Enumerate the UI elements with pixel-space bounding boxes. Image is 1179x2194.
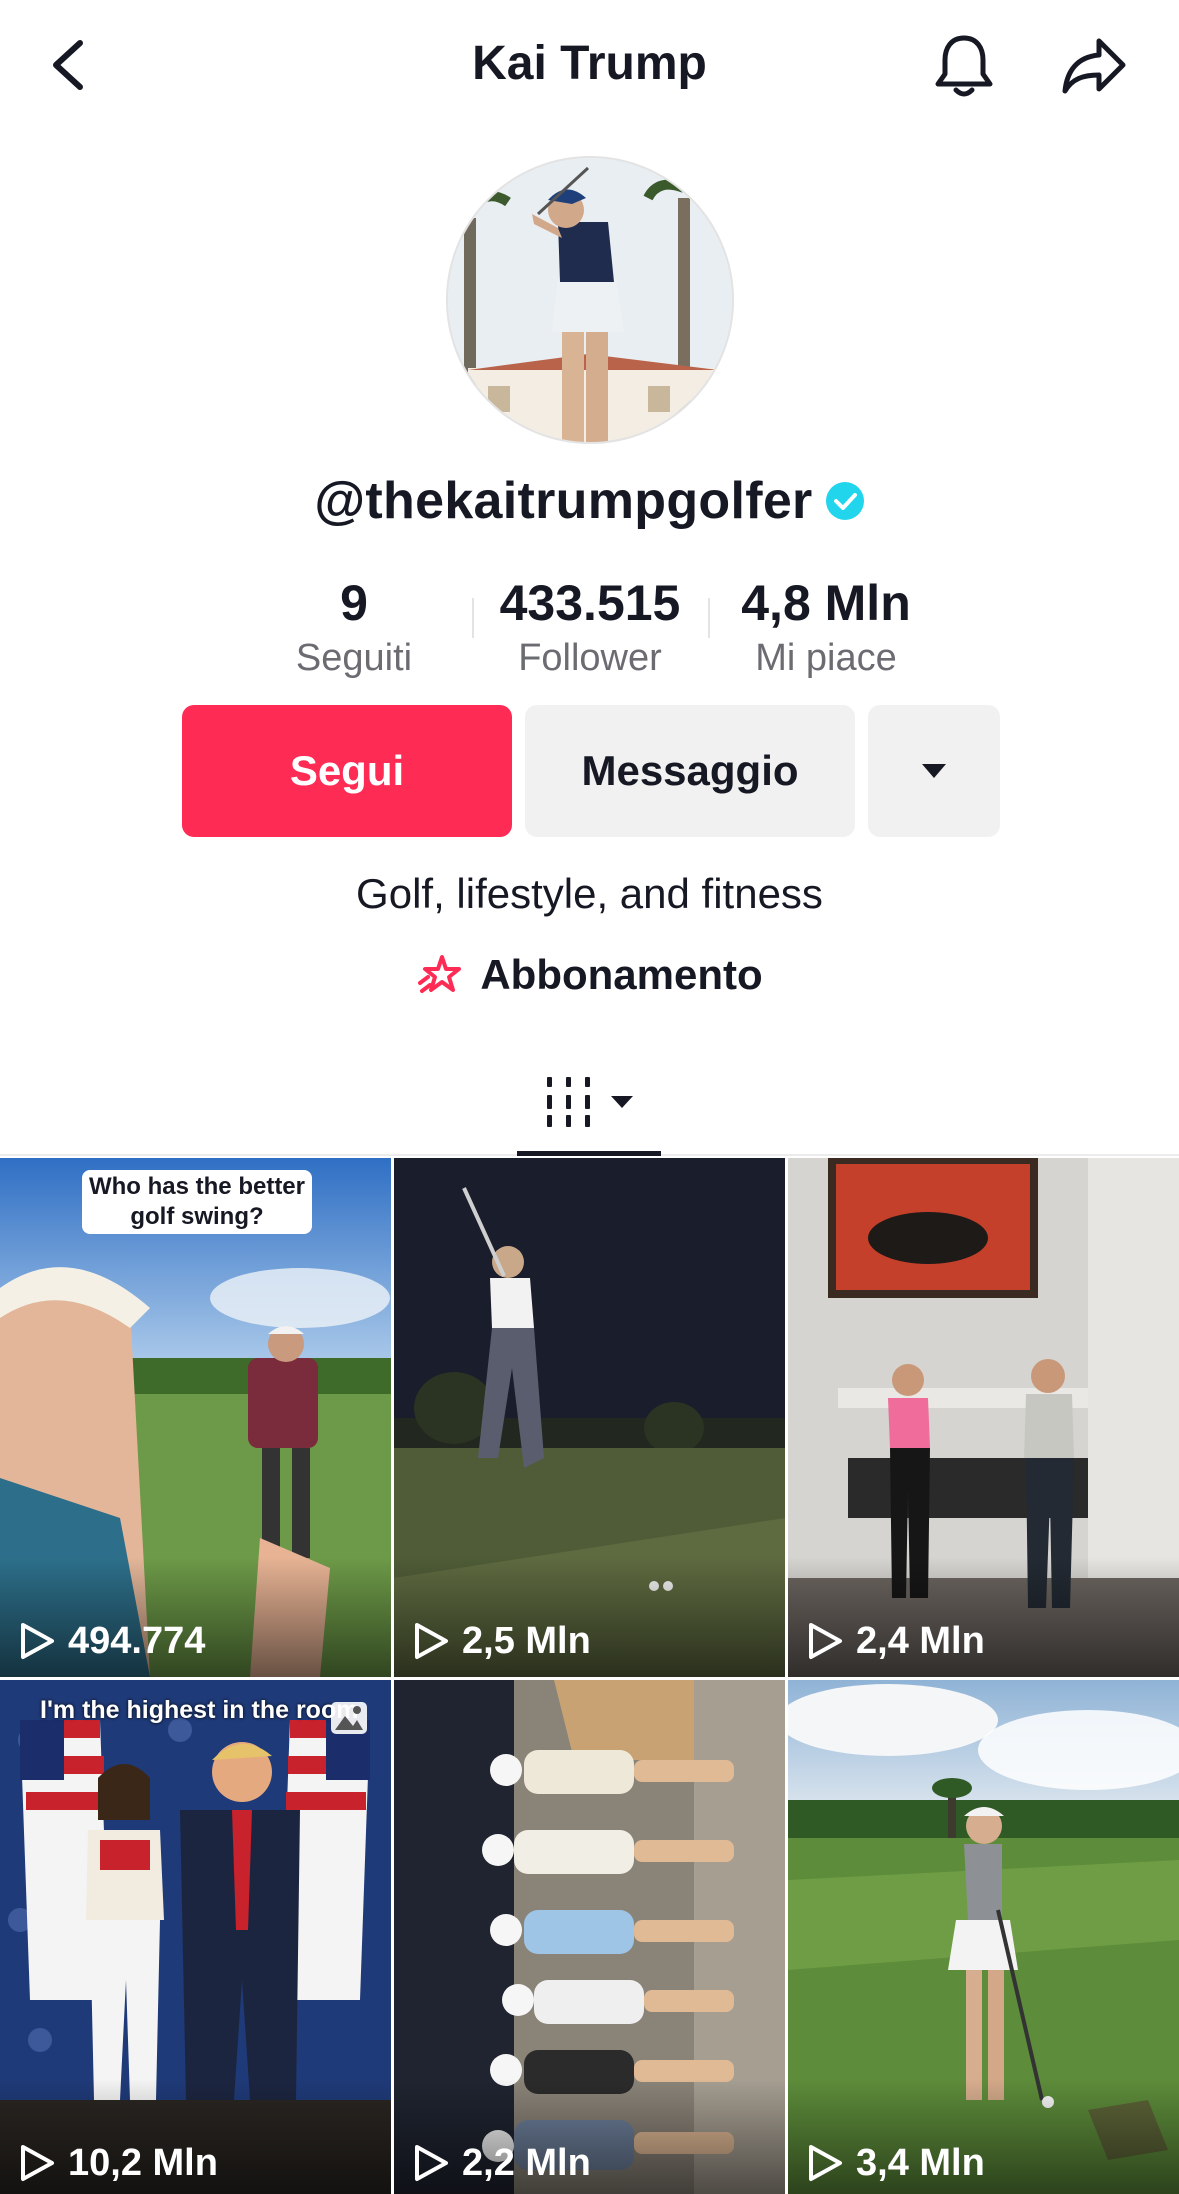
view-count-text: 2,4 Mln	[856, 1619, 985, 1662]
bio-text: Golf, lifestyle, and fitness	[356, 870, 823, 917]
caret-down-icon	[611, 1096, 633, 1108]
share-button[interactable]	[1052, 28, 1136, 104]
view-count-text: 2,2 Mln	[462, 2141, 591, 2184]
stat-label: Mi piace	[755, 637, 897, 679]
video-thumbnail[interactable]: 2,5 Mln	[394, 1158, 785, 1677]
subscription-star-icon	[418, 955, 462, 993]
tab-active-indicator	[517, 1151, 661, 1156]
video-caption: I'm the highest in the room	[40, 1696, 359, 1724]
subscription-label: Abbonamento	[480, 951, 763, 998]
stat-followers[interactable]: 433.515 Follower	[472, 570, 708, 690]
profile-stats: 9 Seguiti 433.515 Follower 4,8 Mln Mi pi…	[236, 570, 944, 690]
subscription-link[interactable]: Abbonamento	[0, 948, 1179, 1002]
verified-badge-icon	[825, 482, 864, 520]
stat-likes[interactable]: 4,8 Mln Mi piace	[708, 570, 944, 690]
view-count-text: 3,4 Mln	[856, 2141, 985, 2184]
avatar-photo	[448, 158, 732, 442]
play-icon	[21, 1623, 54, 1659]
video-grid-icon	[547, 1077, 590, 1127]
view-count: 10,2 Mln	[18, 2139, 218, 2187]
stat-value: 4,8 Mln	[741, 575, 911, 631]
video-thumbnail[interactable]: I'm the highest in the room 10,2 Mln	[0, 1680, 391, 2194]
message-button[interactable]: Messaggio	[525, 705, 855, 837]
tab-videos[interactable]	[517, 1050, 661, 1154]
view-count-text: 494.774	[68, 1619, 206, 1662]
username: @thekaitrumpgolfer	[314, 472, 813, 530]
stat-following[interactable]: 9 Seguiti	[236, 570, 472, 690]
play-icon	[21, 2145, 54, 2181]
video-thumbnail[interactable]: Who has the better golf swing? 494.774	[0, 1158, 391, 1677]
stat-label: Seguiti	[295, 637, 413, 679]
play-icon	[415, 2145, 448, 2181]
view-count: 494.774	[18, 1617, 205, 1665]
caret-down-icon	[922, 764, 946, 778]
follow-button[interactable]: Segui	[182, 705, 512, 837]
share-arrow-icon	[1062, 38, 1126, 94]
avatar[interactable]	[446, 156, 734, 444]
play-icon	[809, 2145, 842, 2181]
view-count-text: 10,2 Mln	[68, 2141, 218, 2184]
bell-icon	[935, 35, 993, 97]
video-thumbnail[interactable]: 2,4 Mln	[788, 1158, 1179, 1677]
view-count: 3,4 Mln	[806, 2139, 985, 2187]
suggested-accounts-button[interactable]	[868, 705, 1000, 837]
video-thumbnail[interactable]: 2,2 Mln	[394, 1680, 785, 2194]
username-row: @thekaitrumpgolfer	[0, 466, 1179, 536]
view-count: 2,2 Mln	[412, 2139, 591, 2187]
view-count: 2,5 Mln	[412, 1617, 591, 1665]
content-tab-bar	[0, 1050, 1179, 1156]
notification-button[interactable]	[924, 28, 1004, 104]
view-count-text: 2,5 Mln	[462, 1619, 591, 1662]
video-thumbnail[interactable]: 3,4 Mln	[788, 1680, 1179, 2194]
play-icon	[809, 1623, 842, 1659]
video-caption: Who has the better golf swing?	[82, 1170, 312, 1234]
top-bar: Kai Trump	[0, 0, 1179, 130]
stat-value: 433.515	[499, 575, 681, 631]
photo-post-icon	[331, 1702, 367, 1734]
play-icon	[415, 1623, 448, 1659]
stat-value: 9	[340, 575, 368, 631]
view-count: 2,4 Mln	[806, 1617, 985, 1665]
stat-label: Follower	[518, 637, 662, 679]
